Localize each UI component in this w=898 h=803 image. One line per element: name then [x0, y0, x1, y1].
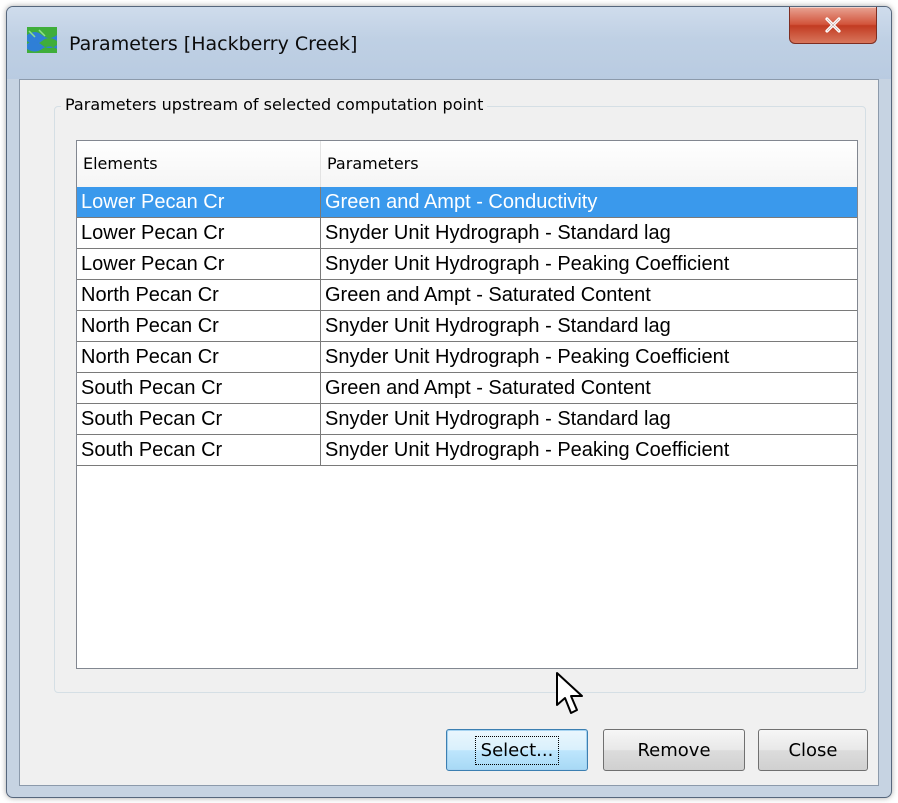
- mouse-pointer-icon: [556, 672, 583, 714]
- table-row[interactable]: North Pecan Cr Snyder Unit Hydrograph - S…: [77, 311, 857, 342]
- cell-element: South Pecan Cr: [77, 373, 321, 403]
- table-row[interactable]: Lower Pecan Cr Snyder Unit Hydrograph - S…: [77, 218, 857, 249]
- table-row[interactable]: South Pecan Cr Snyder Unit Hydrograph - P…: [77, 435, 857, 466]
- cell-parameter: Green and Ampt - Saturated Content: [325, 377, 651, 399]
- dialog-body: Parameters upstream of selected computat…: [19, 79, 879, 786]
- title-bar[interactable]: Parameters [Hackberry Creek]: [7, 7, 891, 79]
- cell-parameter: Snyder Unit Hydrograph - Standard lag: [325, 222, 671, 244]
- table-header: Elements Parameters: [77, 141, 857, 188]
- cell-element: North Pecan Cr: [77, 311, 321, 341]
- cell-element: Lower Pecan Cr: [77, 187, 321, 217]
- groupbox-legend: Parameters upstream of selected computat…: [61, 95, 488, 114]
- cell-element: North Pecan Cr: [77, 280, 321, 310]
- table-row[interactable]: Lower Pecan Cr Snyder Unit Hydrograph - P…: [77, 249, 857, 280]
- cell-element: South Pecan Cr: [77, 435, 321, 465]
- remove-button-label: Remove: [637, 739, 711, 761]
- cell-parameter: Snyder Unit Hydrograph - Standard lag: [325, 315, 671, 337]
- cell-element: Lower Pecan Cr: [77, 249, 321, 279]
- column-header-elements[interactable]: Elements: [77, 141, 321, 187]
- parameters-table[interactable]: Elements Parameters Lower Pecan Cr Green …: [76, 140, 858, 669]
- remove-button[interactable]: Remove: [603, 729, 745, 771]
- cell-element: Lower Pecan Cr: [77, 218, 321, 248]
- cell-parameter: Snyder Unit Hydrograph - Peaking Coeffic…: [325, 253, 730, 275]
- window-title: Parameters [Hackberry Creek]: [69, 33, 358, 55]
- select-button[interactable]: Select...: [446, 729, 588, 771]
- cell-parameter: Green and Ampt - Saturated Content: [325, 284, 651, 306]
- cell-parameter: Snyder Unit Hydrograph - Peaking Coeffic…: [325, 439, 730, 461]
- cell-element: South Pecan Cr: [77, 404, 321, 434]
- close-button-label: Close: [788, 739, 838, 761]
- dialog-window: Parameters [Hackberry Creek] Parameters …: [6, 6, 892, 798]
- table-row[interactable]: South Pecan Cr Snyder Unit Hydrograph - S…: [77, 404, 857, 435]
- close-button[interactable]: Close: [758, 729, 868, 771]
- table-body: Lower Pecan Cr Green and Ampt - Conductiv…: [77, 187, 857, 466]
- table-row[interactable]: North Pecan Cr Green and Ampt - Saturated…: [77, 280, 857, 311]
- close-icon: [825, 17, 841, 33]
- table-row[interactable]: South Pecan Cr Green and Ampt - Saturated…: [77, 373, 857, 404]
- cell-parameter: Snyder Unit Hydrograph - Standard lag: [325, 408, 671, 430]
- select-button-label: Select...: [474, 735, 560, 765]
- cell-element: North Pecan Cr: [77, 342, 321, 372]
- table-row[interactable]: North Pecan Cr Snyder Unit Hydrograph - P…: [77, 342, 857, 373]
- watershed-icon: [27, 27, 57, 53]
- column-header-parameters[interactable]: Parameters: [321, 141, 857, 187]
- cell-parameter: Snyder Unit Hydrograph - Peaking Coeffic…: [325, 346, 730, 368]
- window-close-button[interactable]: [789, 7, 877, 44]
- cell-parameter: Green and Ampt - Conductivity: [325, 191, 598, 213]
- table-row[interactable]: Lower Pecan Cr Green and Ampt - Conductiv…: [77, 187, 857, 218]
